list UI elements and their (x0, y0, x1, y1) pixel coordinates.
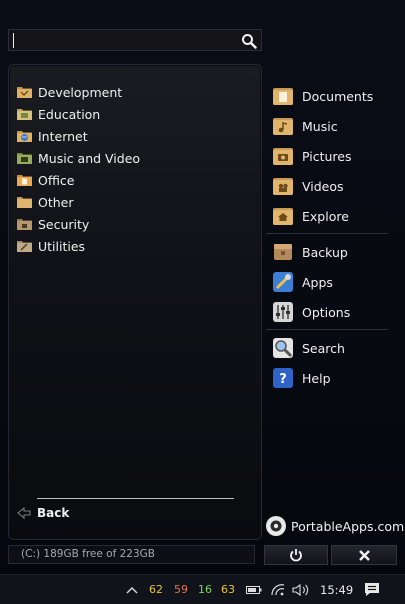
tray-value: 16 (198, 583, 212, 596)
power-icon (290, 549, 302, 562)
documents-icon (273, 88, 293, 105)
divider (37, 498, 234, 499)
power-button[interactable] (264, 545, 328, 565)
category-label: Education (38, 106, 101, 122)
back-label: Back (37, 506, 70, 520)
apps-button[interactable]: Apps (272, 269, 392, 295)
education-folder-icon (17, 109, 32, 120)
help-button[interactable]: ? Help (272, 365, 392, 391)
chevron-up-icon (126, 586, 138, 593)
category-label: Office (38, 172, 75, 188)
category-label: Other (38, 194, 74, 210)
apps-icon (273, 272, 293, 292)
options-label: Options (302, 304, 351, 320)
search-icon[interactable] (241, 33, 257, 49)
internet-folder-icon (17, 131, 32, 142)
notification-icon (365, 583, 379, 596)
category-list-panel: Development Education Internet Music and… (8, 64, 262, 540)
apps-label: Apps (302, 274, 333, 290)
documents-link[interactable]: Documents (272, 83, 392, 109)
category-label: Music and Video (38, 150, 141, 166)
music-video-folder-icon (17, 153, 32, 164)
documents-label: Documents (302, 88, 374, 104)
close-button[interactable] (331, 545, 397, 565)
videos-icon (273, 178, 293, 195)
show-hidden-icons-button[interactable] (126, 575, 138, 604)
category-label: Internet (38, 128, 88, 144)
drive-info: (C:) 189GB free of 223GB (8, 545, 255, 564)
help-label: Help (302, 370, 331, 386)
help-icon: ? (273, 368, 293, 388)
back-button[interactable]: Back (17, 503, 69, 523)
taskbar: 62 59 16 63 15:49 (0, 574, 405, 604)
search-magnifier-icon (273, 338, 293, 358)
category-item-music-and-video[interactable]: Music and Video (17, 148, 247, 168)
back-arrow-icon (17, 507, 31, 519)
music-icon (273, 118, 293, 135)
divider (266, 329, 388, 330)
backup-label: Backup (302, 244, 348, 260)
explore-icon (273, 208, 293, 225)
category-item-office[interactable]: Office (17, 170, 247, 190)
search-button[interactable]: Search (272, 335, 392, 361)
search-label: Search (302, 340, 345, 356)
category-item-development[interactable]: Development (17, 82, 247, 102)
divider (266, 233, 388, 234)
portableapps-logo[interactable]: PortableApps.com (266, 515, 404, 537)
category-label: Utilities (38, 238, 86, 254)
music-label: Music (302, 118, 338, 134)
search-input[interactable] (8, 29, 262, 51)
tray-value: 63 (221, 583, 235, 596)
clock[interactable]: 15:49 (320, 575, 353, 604)
battery-icon[interactable] (246, 575, 262, 604)
security-folder-icon (17, 219, 32, 230)
category-item-internet[interactable]: Internet (17, 126, 247, 146)
category-item-utilities[interactable]: Utilities (17, 236, 247, 256)
explore-link[interactable]: Explore (272, 203, 392, 229)
category-label: Security (38, 216, 90, 232)
pictures-icon (273, 148, 293, 165)
tray-value: 59 (174, 583, 188, 596)
backup-button[interactable]: Backup (272, 239, 392, 265)
close-icon (358, 549, 370, 561)
explore-label: Explore (302, 208, 349, 224)
pictures-link[interactable]: Pictures (272, 143, 392, 169)
portableapps-menu: Development Education Internet Music and… (0, 0, 405, 574)
brand-label: PortableApps.com (291, 518, 405, 534)
development-folder-icon (17, 87, 32, 98)
other-folder-icon (17, 197, 32, 208)
pictures-label: Pictures (302, 148, 352, 164)
category-item-security[interactable]: Security (17, 214, 247, 234)
action-center-button[interactable] (364, 575, 380, 604)
text-caret (13, 33, 14, 48)
volume-icon[interactable] (292, 575, 310, 604)
portableapps-logo-icon (266, 516, 286, 536)
music-link[interactable]: Music (272, 113, 392, 139)
office-folder-icon (17, 175, 32, 186)
svg-text:?: ? (279, 372, 287, 387)
options-button[interactable]: Options (272, 299, 392, 325)
options-icon (273, 302, 293, 322)
category-label: Development (38, 84, 123, 100)
category-item-education[interactable]: Education (17, 104, 247, 124)
wifi-icon[interactable] (270, 575, 286, 604)
videos-link[interactable]: Videos (272, 173, 392, 199)
videos-label: Videos (302, 178, 344, 194)
category-item-other[interactable]: Other (17, 192, 247, 212)
tray-value: 62 (149, 583, 163, 596)
utilities-folder-icon (17, 241, 32, 252)
backup-icon (274, 244, 292, 260)
